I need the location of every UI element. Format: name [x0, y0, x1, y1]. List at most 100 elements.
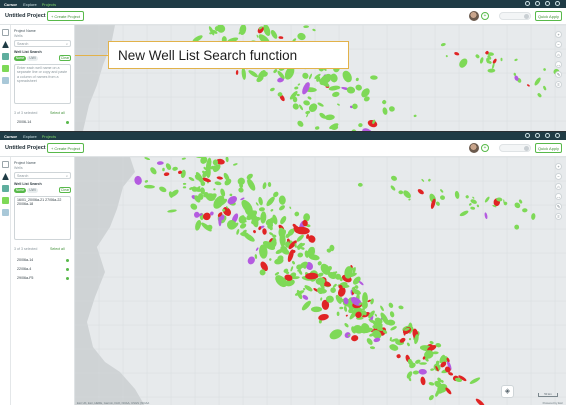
- licences-icon[interactable]: [2, 197, 9, 204]
- layers-icon[interactable]: ≡: [555, 213, 562, 220]
- nav-explore[interactable]: Explore: [23, 2, 37, 7]
- project-bar: Untitled Project + Create Project + Quic…: [0, 140, 566, 157]
- add-collaborator-icon[interactable]: +: [481, 12, 489, 20]
- search-input[interactable]: Search ⌕: [14, 172, 71, 179]
- search-icon[interactable]: ⌕: [66, 174, 68, 178]
- collapse-icon[interactable]: [2, 161, 9, 168]
- well-list-search-label: Well List Search: [14, 182, 42, 186]
- panel-heading: Project Name: [14, 29, 36, 33]
- project-title[interactable]: Untitled Project: [5, 13, 46, 19]
- zoom-in-icon[interactable]: +: [555, 31, 562, 38]
- draw-icon[interactable]: ✎: [555, 71, 562, 78]
- scale-bar: 50 km: [538, 393, 558, 397]
- avatar[interactable]: [469, 11, 479, 21]
- name-pill[interactable]: Name: [14, 56, 26, 61]
- nav-explore[interactable]: Explore: [23, 134, 37, 139]
- panel-heading: Project Name: [14, 161, 36, 165]
- help-icon[interactable]: [535, 1, 540, 6]
- status-dot-icon: [66, 259, 69, 262]
- map-toolbar: + − ⌂ ↔ ✎ ≡: [555, 31, 563, 91]
- panel-subheading: Wells: [14, 34, 23, 38]
- documents-icon[interactable]: [2, 209, 9, 216]
- documents-icon[interactable]: [2, 77, 9, 84]
- uwi-pill[interactable]: UWI: [27, 56, 38, 61]
- well-list-textarea[interactable]: Enter each well name on a separate line …: [14, 64, 71, 104]
- panel-subheading: Wells: [14, 166, 23, 170]
- project-bar: Untitled Project + Create Project + Quic…: [0, 8, 566, 25]
- well-search-panel: Project Name Wells Search ⌕ Well List Se…: [11, 25, 75, 131]
- well-search-panel: Project Name Wells Search ⌕ Well List Se…: [11, 157, 75, 405]
- fields-icon[interactable]: [2, 53, 9, 60]
- settings-icon[interactable]: [545, 133, 550, 138]
- results-count: 3 of 3 selected: [14, 111, 38, 115]
- clear-button[interactable]: Clear: [59, 55, 71, 61]
- measure-icon[interactable]: ↔: [555, 61, 562, 68]
- help-icon[interactable]: [535, 133, 540, 138]
- user-icon[interactable]: [555, 1, 560, 6]
- view-toggle[interactable]: [499, 12, 531, 20]
- status-dot-icon: [66, 121, 69, 124]
- brand-logo[interactable]: Cursor: [4, 134, 17, 139]
- screenshot-frame-top: Cursor Explore Projects Untitled Project…: [0, 0, 566, 131]
- notification-icon[interactable]: [525, 1, 530, 6]
- user-icon[interactable]: [555, 133, 560, 138]
- search-icon[interactable]: ⌕: [66, 42, 68, 46]
- draw-icon[interactable]: ✎: [555, 203, 562, 210]
- map-view[interactable]: + − ⌂ ↔ ✎ ≡ ◈ 50 km Esri UK, Esri, HERE,…: [75, 157, 566, 405]
- uwi-pill[interactable]: UWI: [27, 188, 38, 193]
- clear-button[interactable]: Clear: [59, 187, 71, 193]
- select-all-link[interactable]: Select all: [50, 111, 65, 115]
- map-attribution: Esri UK, Esri, HERE, Garmin, FAO, NOAA, …: [77, 401, 150, 405]
- powered-by[interactable]: Powered by Esri: [543, 401, 563, 405]
- add-collaborator-icon[interactable]: +: [481, 144, 489, 152]
- home-icon[interactable]: ⌂: [555, 183, 562, 190]
- status-dot-icon: [66, 277, 69, 280]
- wells-icon[interactable]: [2, 41, 9, 48]
- measure-icon[interactable]: ↔: [555, 193, 562, 200]
- list-item-label: 20/06a-14: [17, 258, 34, 262]
- search-placeholder: Search: [17, 174, 29, 178]
- view-toggle[interactable]: [499, 144, 531, 152]
- search-placeholder: Search: [17, 42, 29, 46]
- list-item-label: 22/06a-4: [17, 267, 32, 271]
- list-item[interactable]: 29/06a-F5: [17, 276, 69, 280]
- select-all-link[interactable]: Select all: [50, 247, 65, 251]
- avatar[interactable]: [469, 143, 479, 153]
- quick-apply-button[interactable]: Quick Apply: [535, 143, 562, 153]
- results-count: 3 of 3 selected: [14, 247, 38, 251]
- list-item[interactable]: 20/06a-14: [17, 258, 69, 262]
- zoom-out-icon[interactable]: −: [555, 173, 562, 180]
- screenshot-frame-bottom: Cursor Explore Projects Untitled Project…: [0, 131, 566, 405]
- layers-icon[interactable]: ≡: [555, 81, 562, 88]
- home-icon[interactable]: ⌂: [555, 51, 562, 58]
- map-canvas[interactable]: [75, 157, 566, 405]
- basemap-icon[interactable]: ◈: [501, 385, 514, 398]
- list-item[interactable]: 22/06a-4: [17, 267, 69, 271]
- callout-connector: [75, 55, 108, 56]
- nav-projects[interactable]: Projects: [42, 2, 56, 7]
- zoom-out-icon[interactable]: −: [555, 41, 562, 48]
- well-list-textarea[interactable]: 16/01_20/06a-21 27/06a-22 20/06a-18: [14, 196, 71, 240]
- list-item[interactable]: 20/06-14: [17, 120, 69, 124]
- top-bar-icons: [525, 1, 560, 6]
- top-bar-icons: [525, 133, 560, 138]
- collapse-icon[interactable]: [2, 29, 9, 36]
- icon-rail: [0, 157, 11, 405]
- search-input[interactable]: Search ⌕: [14, 40, 71, 47]
- name-pill[interactable]: Name: [14, 188, 26, 193]
- list-item-label: 29/06a-F5: [17, 276, 34, 280]
- zoom-in-icon[interactable]: +: [555, 163, 562, 170]
- licences-icon[interactable]: [2, 65, 9, 72]
- create-project-button[interactable]: + Create Project: [47, 11, 84, 21]
- wells-icon[interactable]: [2, 173, 9, 180]
- map-toolbar: + − ⌂ ↔ ✎ ≡: [555, 163, 563, 223]
- nav-projects[interactable]: Projects: [42, 134, 56, 139]
- icon-rail: [0, 25, 11, 131]
- notification-icon[interactable]: [525, 133, 530, 138]
- brand-logo[interactable]: Cursor: [4, 2, 17, 7]
- quick-apply-button[interactable]: Quick Apply: [535, 11, 562, 21]
- fields-icon[interactable]: [2, 185, 9, 192]
- settings-icon[interactable]: [545, 1, 550, 6]
- create-project-button[interactable]: + Create Project: [47, 143, 84, 153]
- project-title[interactable]: Untitled Project: [5, 145, 46, 151]
